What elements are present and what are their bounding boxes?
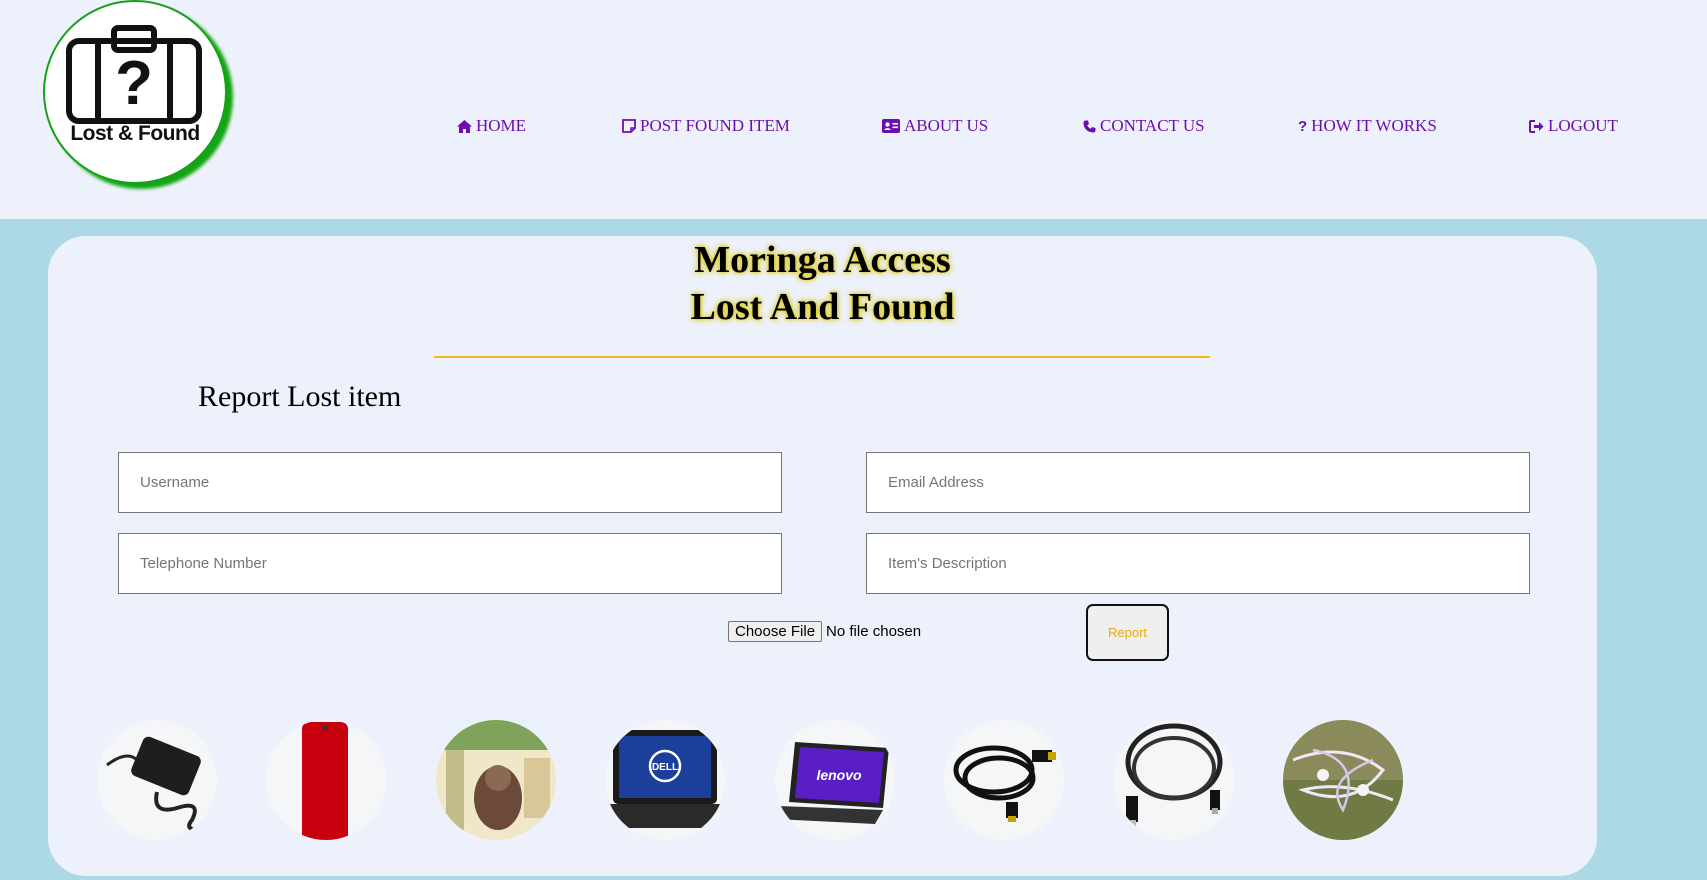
title-line-1: Moringa Access	[694, 239, 951, 281]
file-status: No file chosen	[826, 623, 922, 640]
nav-contact-us-label: CONTACT US	[1100, 116, 1205, 135]
choose-file-button[interactable]: Choose File	[728, 621, 823, 642]
main-nav: HOME POST FOUND ITEM ABOUT US CONTACT US…	[0, 116, 1707, 140]
dell-laptop-image: DELL	[609, 730, 721, 828]
username-input[interactable]	[118, 452, 782, 513]
charger-image	[106, 736, 208, 833]
question-icon: ?	[1298, 117, 1308, 135]
usb-cable-image	[1125, 723, 1223, 832]
nav-home-label: HOME	[476, 116, 527, 135]
file-picker: Choose File No file chosen	[728, 621, 921, 642]
form-heading: Report Lost item	[198, 380, 402, 413]
lenovo-laptop-thumbnail[interactable]: lenovo	[775, 720, 895, 840]
banknote-thumbnail[interactable]	[436, 720, 556, 840]
sign-out-icon	[1529, 119, 1544, 133]
page-title: Moringa Access Lost And Found	[48, 237, 1597, 331]
svg-text:?: ?	[115, 49, 153, 118]
nav-how-it-works[interactable]: ? HOW IT WORKS	[1298, 116, 1437, 136]
nav-logout-label: LOGOUT	[1548, 116, 1618, 135]
item-description-input[interactable]	[866, 533, 1530, 594]
site-logo[interactable]: ? Lost & Found	[43, 0, 227, 184]
earphones-thumbnail[interactable]	[1283, 720, 1403, 840]
nav-logout[interactable]: LOGOUT	[1529, 116, 1618, 136]
nav-how-it-works-label: HOW IT WORKS	[1311, 116, 1437, 135]
id-card-icon	[882, 119, 900, 133]
home-icon	[457, 119, 472, 133]
title-line-2: Lost And Found	[690, 286, 955, 328]
lenovo-laptop-image: lenovo	[775, 742, 889, 824]
earphones-image	[1283, 720, 1403, 840]
nav-about-us[interactable]: ABOUT US	[882, 116, 988, 136]
email-input[interactable]	[866, 452, 1530, 513]
banknote-image	[436, 720, 556, 840]
red-phone-image	[302, 722, 348, 840]
hdmi-cable-image	[953, 745, 1056, 822]
svg-text:lenovo: lenovo	[816, 767, 862, 783]
svg-text:DELL: DELL	[652, 762, 678, 773]
phone-icon	[1083, 120, 1096, 132]
nav-about-us-label: ABOUT US	[904, 116, 989, 135]
report-panel: Moringa Access Lost And Found Report Los…	[48, 236, 1597, 876]
report-button[interactable]: Report	[1086, 604, 1169, 661]
note-icon	[622, 119, 636, 133]
dell-laptop-thumbnail[interactable]: DELL	[605, 720, 725, 840]
suitcase-question-icon: ?	[66, 25, 202, 124]
nav-contact-us[interactable]: CONTACT US	[1083, 116, 1205, 136]
nav-home[interactable]: HOME	[457, 116, 526, 136]
nav-post-found-item-label: POST FOUND ITEM	[640, 116, 790, 135]
red-phone-thumbnail[interactable]	[266, 720, 386, 840]
usb-cable-thumbnail[interactable]	[1114, 720, 1234, 840]
site-header: ? Lost & Found HOME POST FOUND ITEM ABOU…	[0, 0, 1707, 219]
telephone-input[interactable]	[118, 533, 782, 594]
nav-post-found-item[interactable]: POST FOUND ITEM	[622, 116, 790, 136]
charger-thumbnail[interactable]	[97, 720, 217, 840]
title-divider	[434, 356, 1210, 358]
hdmi-cable-thumbnail[interactable]	[944, 720, 1064, 840]
item-gallery: DELL lenovo	[48, 720, 1597, 880]
